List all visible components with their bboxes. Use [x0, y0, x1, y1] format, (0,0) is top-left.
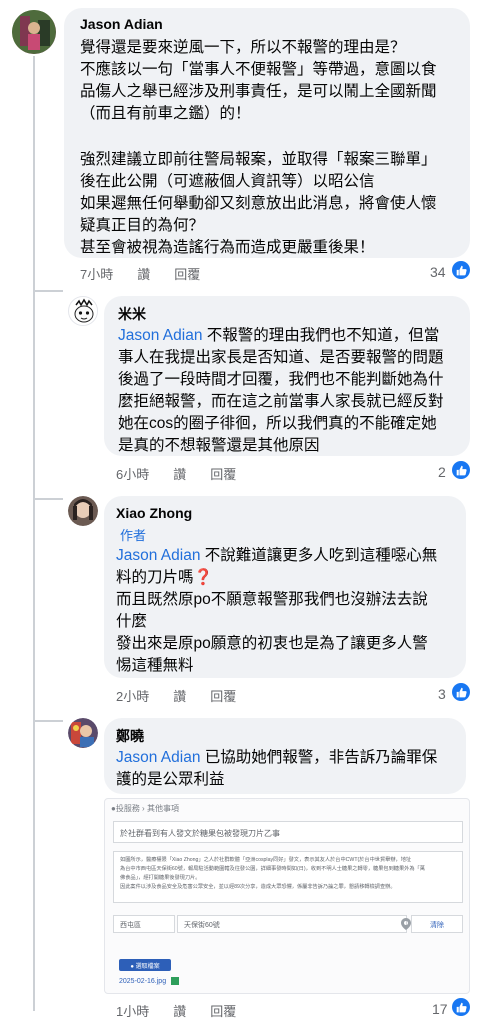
screenshot-file-name: 2025-02-16.jpg: [119, 977, 180, 985]
reaction-count[interactable]: 34: [430, 264, 446, 280]
comment-text: Jason Adian 不說難道讓更多人吃到這種噁心無: [116, 546, 437, 566]
comment-text: 惕這種無料: [116, 657, 194, 674]
screenshot-body-line: 如圖所示，醫療權限「Xiao Zhong」之人於社群軟體「亞洲cosplay同好…: [120, 857, 412, 863]
comment-text: 疑真正目的為何？: [80, 217, 205, 234]
screenshot-body-field: 如圖所示，醫療權限「Xiao Zhong」之人於社群軟體「亞洲cosplay同好…: [113, 851, 463, 903]
screenshot-address-text: 天保街60號: [184, 922, 220, 929]
reaction-count[interactable]: 3: [438, 686, 446, 702]
author-badge: 作者: [120, 528, 147, 543]
comment-author[interactable]: 鄭曉: [116, 726, 144, 746]
comment-meta: 6小時 讚 回覆: [116, 464, 260, 483]
comment-text: 什麼: [116, 613, 148, 630]
timestamp[interactable]: 2小時: [116, 686, 149, 705]
comment-author[interactable]: Xiao Zhong: [116, 505, 192, 521]
thread-branch: [33, 290, 63, 292]
screenshot-clear-text: 清除: [430, 922, 444, 929]
screenshot-district-select: 西屯區: [113, 915, 175, 933]
thread-branch: [33, 720, 63, 722]
comment-text: 品傷人之舉已經涉及刑事責任，是可以鬧上全國新聞: [80, 83, 437, 100]
avatar[interactable]: [68, 296, 98, 326]
reply-button[interactable]: 回覆: [210, 464, 236, 483]
screenshot-district-text: 西屯區: [120, 922, 141, 929]
screenshot-upload-text: ● 選取檔案: [130, 963, 160, 970]
comment-text: 料的刀片嗎❓: [116, 568, 213, 588]
mention-link[interactable]: Jason Adian: [118, 327, 202, 344]
comment-text: 後過了一段時間才回覆，我們也不能判斷她為什: [118, 371, 444, 388]
like-reaction-icon[interactable]: [452, 683, 470, 701]
timestamp[interactable]: 7小時: [80, 264, 113, 283]
comment-text: 而且既然原po不願意報警那我們也沒辦法去說: [116, 591, 428, 608]
comment-text: 麼拒絕報警，而在這之前當事人家長就已經反對: [118, 393, 444, 410]
screenshot-subject-field: 於社群看到有人發文於糖果包被發現刀片乙事: [113, 821, 463, 843]
like-button[interactable]: 讚: [173, 686, 186, 705]
like-button[interactable]: 讚: [137, 264, 150, 283]
like-button[interactable]: 讚: [173, 1001, 186, 1020]
comment-text: 護的是公眾利益: [116, 771, 225, 788]
comment-text: Jason Adian 已協助她們報警，非告訴乃論罪保: [116, 748, 437, 768]
comment-text: 甚至會被視為造謠行為而造成更嚴重後果！: [80, 239, 375, 256]
comment-text: 不應該以一句「當事人不便報警」等帶過，意圖以食: [80, 61, 437, 78]
reply-button[interactable]: 回覆: [210, 686, 236, 705]
like-reaction-icon[interactable]: [452, 998, 470, 1016]
comment-text: 後在此公開（可遮蔽個人資訊等）以昭公信: [80, 173, 375, 190]
screenshot-body-line: 佛食品」，經打開糖果後發現刀片。: [120, 875, 201, 881]
screenshot-upload-button: ● 選取檔案: [119, 959, 171, 971]
comment-text-inline: 已協助她們報警，非告訴乃論罪保: [200, 749, 438, 766]
comment-text: 強烈建議立即前往警局報案，並取得「報案三聯單」: [80, 151, 437, 168]
comment-author[interactable]: 米米: [118, 304, 146, 324]
screenshot-address-field: 天保街60號: [177, 915, 407, 933]
comment-text: 如果遲無任何舉動卻又刻意放出此消息，將會使人懷: [80, 195, 437, 212]
comment-text: Jason Adian 不報警的理由我們也不知道，但當: [118, 326, 439, 346]
screenshot-file-text: 2025-02-16.jpg: [119, 977, 167, 985]
comment-text: 覺得還是要來逆風一下，所以不報警的理由是？: [80, 39, 406, 56]
reaction-count[interactable]: 2: [438, 464, 446, 480]
comment-text-inline: 料的刀片嗎: [116, 569, 194, 586]
reply-button[interactable]: 回覆: [210, 1001, 236, 1020]
like-reaction-icon[interactable]: [452, 261, 470, 279]
screenshot-subject-text: 於社群看到有人發文於糖果包被發現刀片乙事: [120, 829, 280, 838]
thread-line: [33, 56, 35, 1011]
screenshot-clear-button: 清除: [411, 915, 463, 933]
comment-text: （而且有前車之鑑）的！: [80, 105, 251, 122]
screenshot-header: ●投服務 › 其他事項: [111, 804, 179, 813]
mention-link[interactable]: Jason Adian: [116, 547, 200, 564]
like-button[interactable]: 讚: [173, 464, 186, 483]
comment-text: 事人在我提出家長是否知道、是否要報警的問題: [118, 349, 444, 366]
comment-text-inline: 不報警的理由我們也不知道，但當: [202, 327, 440, 344]
comment-author[interactable]: Jason Adian: [80, 16, 163, 32]
timestamp[interactable]: 6小時: [116, 464, 149, 483]
comment-text: 發出來是原po願意的初衷也是為了讓更多人警: [116, 635, 428, 652]
reply-button[interactable]: 回覆: [174, 264, 200, 283]
comment-meta: 1小時 讚 回覆: [116, 1001, 260, 1020]
question-mark-emoji-icon: ❓: [193, 569, 213, 586]
avatar[interactable]: [68, 496, 98, 526]
comment-text: 她在cos的圈子徘徊，所以我們真的不能確定她: [118, 415, 437, 432]
attached-screenshot[interactable]: ●投服務 › 其他事項 於社群看到有人發文於糖果包被發現刀片乙事 如圖所示，醫療…: [104, 798, 470, 994]
screenshot-body-line: 為台中市西屯區天保街60號，報局駐活動範圍轄及往發公園，詳細事發時間如(日)，收…: [120, 866, 425, 872]
reaction-count[interactable]: 17: [432, 1001, 448, 1017]
mention-link[interactable]: Jason Adian: [116, 749, 200, 766]
screenshot-body-line: 因此案件以涉及食品安全及危害公眾安全，並以經89次分享，造成大眾恐懼，係屬非告訴…: [120, 884, 396, 890]
thread-branch: [33, 498, 63, 500]
trash-icon: [171, 977, 180, 985]
comment-meta: 2小時 讚 回覆: [116, 686, 260, 705]
comment-text-inline: 不說難道讓更多人吃到這種噁心無: [200, 547, 438, 564]
comment-meta: 7小時 讚 回覆: [80, 264, 224, 283]
timestamp[interactable]: 1小時: [116, 1001, 149, 1020]
avatar[interactable]: [68, 718, 98, 748]
like-reaction-icon[interactable]: [452, 461, 470, 479]
comment-text: 是真的不想報警還是其他原因: [118, 437, 320, 454]
avatar[interactable]: [12, 10, 56, 54]
